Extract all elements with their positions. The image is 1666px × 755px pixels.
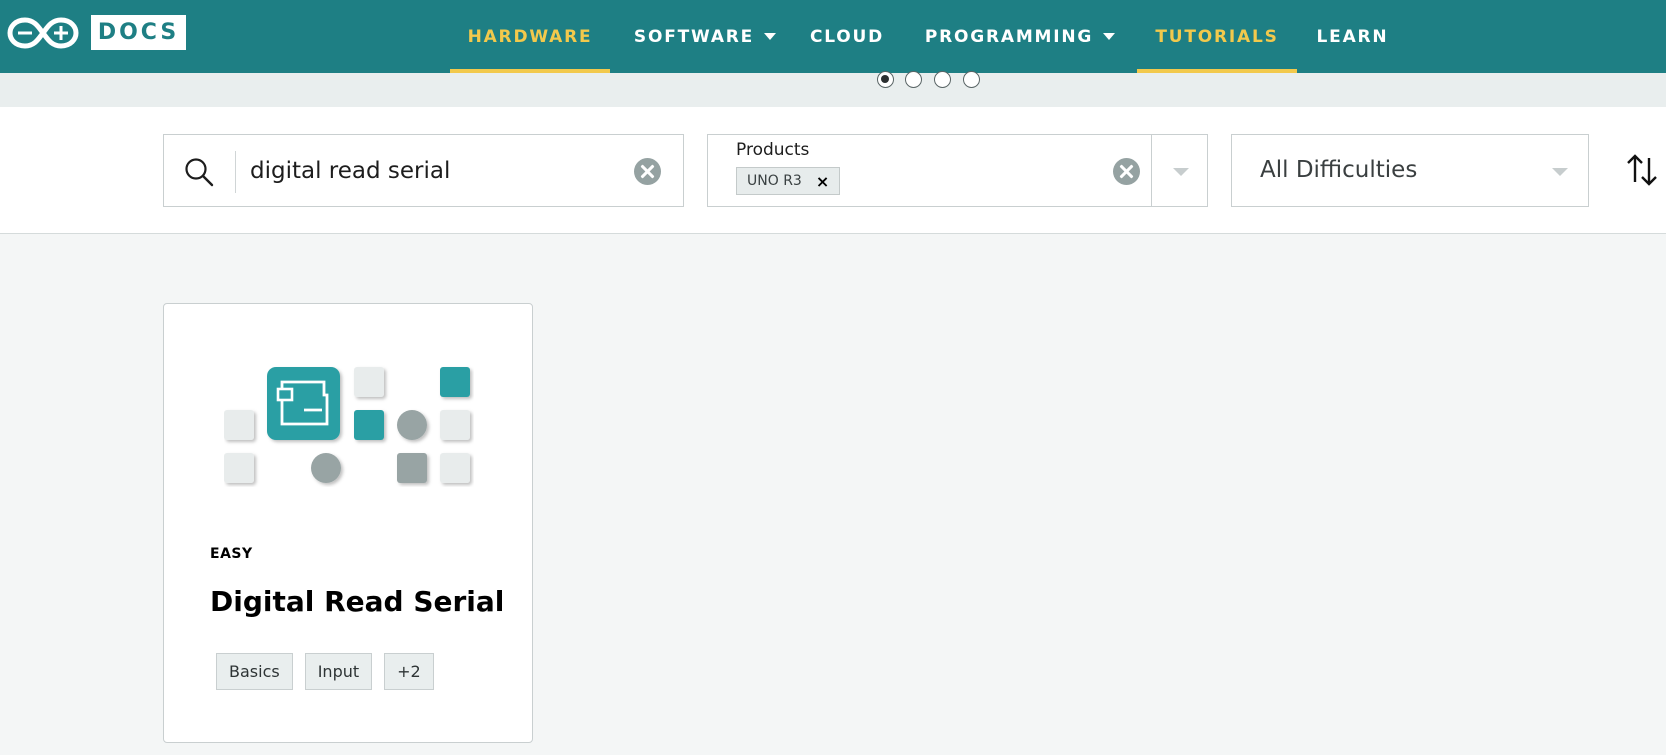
products-filter[interactable]: Products UNO R3 × <box>707 134 1208 207</box>
carousel-dot-1[interactable] <box>877 71 894 88</box>
sort-arrows-icon[interactable] <box>1626 152 1658 188</box>
carousel-dot-3[interactable] <box>934 71 951 88</box>
arduino-logo-icon[interactable] <box>7 16 79 50</box>
clear-products-icon[interactable] <box>1113 158 1140 185</box>
docs-badge[interactable]: DOCS <box>91 15 186 50</box>
carousel-band <box>0 73 1666 107</box>
difficulty-dropdown-caret-icon <box>1552 168 1568 176</box>
search-box[interactable] <box>163 134 684 207</box>
tutorial-card[interactable]: EASY Digital Read Serial Basics Input +2 <box>163 303 533 743</box>
nav-software[interactable]: SOFTWARE <box>625 0 785 73</box>
difficulty-level: EASY <box>210 546 253 562</box>
search-input[interactable] <box>250 151 610 191</box>
carousel-dot-4[interactable] <box>963 71 980 88</box>
chevron-down-icon <box>1103 33 1116 40</box>
nav-programming[interactable]: PROGRAMMING <box>920 0 1120 73</box>
tag-list: Basics Input +2 <box>216 653 434 690</box>
chevron-down-icon <box>764 33 777 40</box>
search-icon <box>185 158 214 187</box>
tag-more[interactable]: +2 <box>384 653 434 690</box>
tutorial-thumbnail-icon <box>224 367 470 483</box>
nav-hardware[interactable]: HARDWARE <box>450 0 610 73</box>
tag-basics[interactable]: Basics <box>216 653 293 690</box>
tag-input[interactable]: Input <box>304 653 373 690</box>
nav-software-label: SOFTWARE <box>633 26 755 47</box>
difficulty-filter[interactable]: All Difficulties <box>1231 134 1589 207</box>
products-dropdown-caret-icon[interactable] <box>1173 168 1189 176</box>
nav-programming-label: PROGRAMMING <box>924 26 1094 47</box>
nav-learn-label: LEARN <box>1316 26 1389 47</box>
nav-hardware-label: HARDWARE <box>467 26 593 47</box>
top-navigation-bar: DOCS HARDWARE SOFTWARE CLOUD PROGRAMMING… <box>0 0 1666 73</box>
products-divider <box>1151 135 1152 206</box>
nav-cloud-label: CLOUD <box>809 26 885 47</box>
search-separator <box>235 151 236 193</box>
tutorial-title[interactable]: Digital Read Serial <box>210 585 504 618</box>
remove-chip-icon[interactable]: × <box>816 172 829 191</box>
carousel-dot-2[interactable] <box>905 71 922 88</box>
product-chip-label: UNO R3 <box>747 173 802 189</box>
nav-learn[interactable]: LEARN <box>1310 0 1395 73</box>
nav-cloud[interactable]: CLOUD <box>800 0 894 73</box>
nav-tutorials-label: TUTORIALS <box>1155 26 1279 47</box>
products-filter-label: Products <box>736 140 810 160</box>
clear-search-icon[interactable] <box>634 158 661 185</box>
difficulty-value: All Difficulties <box>1260 157 1418 183</box>
nav-tutorials[interactable]: TUTORIALS <box>1137 0 1297 73</box>
product-chip: UNO R3 × <box>736 167 841 195</box>
